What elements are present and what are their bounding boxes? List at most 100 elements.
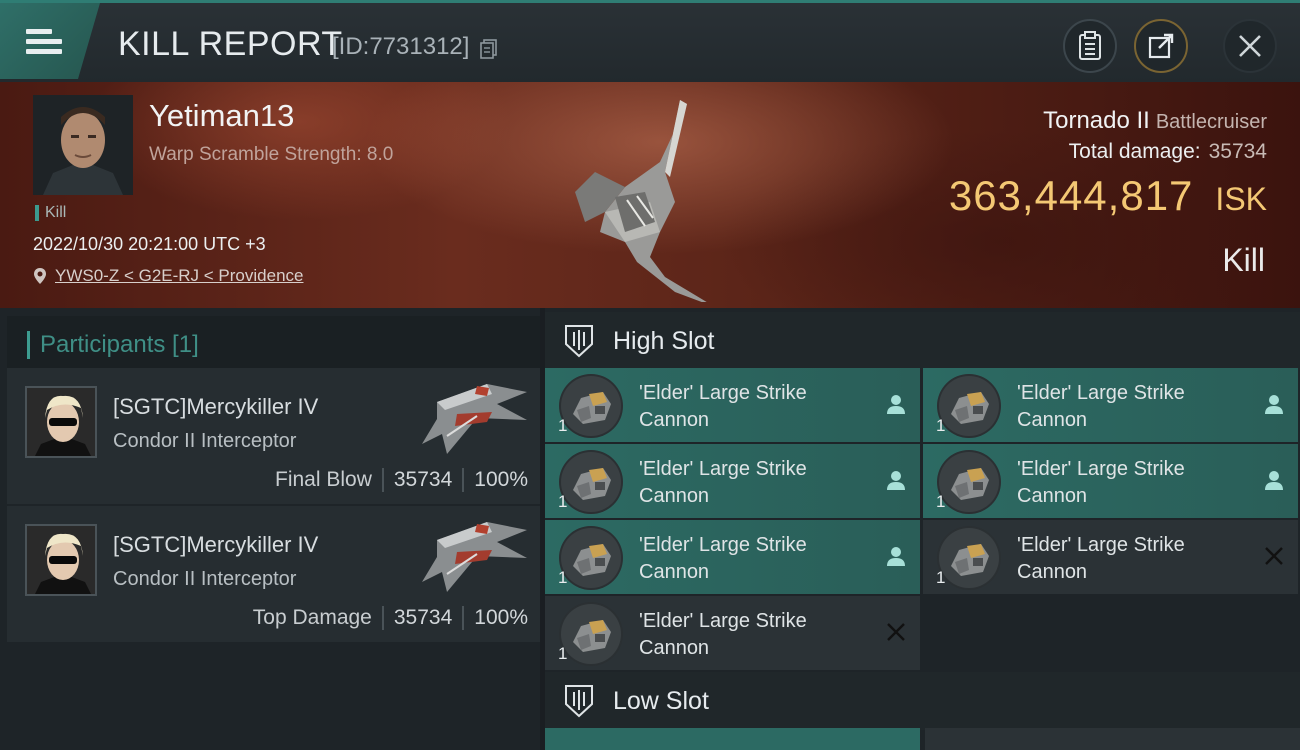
high-slot-module[interactable]: 1 'Elder' Large Strike Cannon	[545, 520, 920, 594]
participant-stats: Final Blow 35734 100%	[275, 468, 528, 492]
person-icon	[887, 395, 905, 414]
module-name: 'Elder' Large Strike Cannon	[639, 380, 879, 434]
person-icon	[887, 471, 905, 490]
high-slot-icon	[565, 325, 593, 358]
participant-ship: Condor II Interceptor	[113, 430, 297, 452]
module-name: 'Elder' Large Strike Cannon	[639, 608, 879, 662]
module-quantity: 1	[936, 492, 946, 511]
high-slot-module[interactable]: 1 'Elder' Large Strike Cannon	[923, 444, 1298, 518]
module-quantity: 1	[936, 416, 946, 435]
participant-name[interactable]: [SGTC]Mercykiller IV	[113, 394, 318, 420]
victim-avatar[interactable]	[33, 95, 133, 195]
participants-header: Participants [1]	[7, 316, 540, 374]
total-damage-label: Total damage:	[1068, 140, 1201, 163]
module-name: 'Elder' Large Strike Cannon	[639, 532, 879, 586]
low-slot-title: Low Slot	[613, 686, 709, 715]
menu-button[interactable]	[0, 3, 100, 79]
victim-ship[interactable]: Tornado II Battlecruiser	[1043, 107, 1267, 135]
module-icon	[937, 450, 1001, 514]
participant-row[interactable]: [SGTC]Mercykiller IV Condor II Intercept…	[7, 506, 540, 642]
low-slot-module-partial[interactable]	[545, 728, 920, 750]
module-quantity: 1	[558, 492, 568, 511]
module-quantity: 1	[558, 568, 568, 587]
module-name-line: 'Elder' Large Strike	[1017, 534, 1185, 556]
participant-percent: 100%	[474, 606, 528, 629]
module-name: 'Elder' Large Strike Cannon	[639, 456, 879, 510]
page-title: KILL REPORT	[118, 25, 343, 63]
participant-damage: 35734	[393, 606, 453, 629]
isk-value: 363,444,817	[948, 172, 1194, 219]
module-name-line: 'Elder' Large Strike	[639, 382, 807, 404]
participant-role: Top Damage	[252, 606, 372, 629]
participant-percent: 100%	[474, 468, 528, 491]
module-name: 'Elder' Large Strike Cannon	[1017, 456, 1257, 510]
high-slot-module[interactable]: 1 'Elder' Large Strike Cannon	[923, 520, 1298, 594]
share-icon	[1148, 33, 1174, 59]
module-name-line: Cannon	[639, 409, 710, 431]
module-icon	[559, 374, 623, 438]
module-name-line: Cannon	[1017, 561, 1088, 583]
participants-panel: Participants [1] [SGTC]Mercykiller IV Co…	[0, 308, 540, 750]
module-icon	[559, 450, 623, 514]
hamburger-icon	[26, 24, 62, 59]
module-icon	[937, 374, 1001, 438]
victim-ship-class: Battlecruiser	[1155, 111, 1267, 133]
participant-ship-image	[422, 522, 527, 592]
module-name-line: Cannon	[639, 485, 710, 507]
kill-datetime: 2022/10/30 20:21:00 UTC +3	[33, 234, 266, 254]
fitting-panel: High Slot 1 'Elder' Large Strike Cannon 1 'E…	[545, 308, 1300, 750]
high-slot-module[interactable]: 1 'Elder' Large Strike Cannon	[545, 444, 920, 518]
high-slot-module[interactable]: 1 'Elder' Large Strike Cannon	[545, 596, 920, 670]
kill-tag: Kill	[35, 205, 66, 221]
total-damage-value: 35734	[1208, 140, 1267, 163]
participant-role: Final Blow	[275, 468, 372, 491]
victim-banner: Yetiman13 Warp Scramble Strength: 8.0 Ki…	[0, 82, 1300, 308]
x-icon	[1265, 547, 1283, 565]
participant-avatar[interactable]	[25, 524, 97, 596]
module-quantity: 1	[558, 644, 568, 663]
module-quantity: 1	[936, 568, 946, 587]
participant-stats: Top Damage 35734 100%	[253, 606, 528, 630]
participant-row[interactable]: [SGTC]Mercykiller IV Condor II Intercept…	[7, 368, 540, 504]
module-name-line: Cannon	[1017, 409, 1088, 431]
participant-damage: 35734	[393, 468, 453, 491]
module-name: 'Elder' Large Strike Cannon	[1017, 532, 1257, 586]
warp-scramble-strength: Warp Scramble Strength: 8.0	[149, 144, 394, 165]
low-slot-icon	[565, 685, 593, 718]
isk-unit: ISK	[1215, 181, 1267, 217]
location-text[interactable]: YWS0-Z < G2E-RJ < Providence	[55, 266, 303, 286]
close-icon	[1239, 35, 1261, 57]
module-name: 'Elder' Large Strike Cannon	[1017, 380, 1257, 434]
high-slot-title: High Slot	[613, 326, 715, 355]
participant-ship-image	[422, 384, 527, 454]
module-name-line: 'Elder' Large Strike	[1017, 382, 1185, 404]
module-icon	[559, 526, 623, 590]
person-icon	[887, 547, 905, 566]
module-icon	[559, 602, 623, 666]
low-slot-module-partial[interactable]	[925, 728, 1300, 750]
high-slot-module[interactable]: 1 'Elder' Large Strike Cannon	[545, 368, 920, 442]
share-button[interactable]	[1134, 19, 1188, 73]
module-name-line: 'Elder' Large Strike	[639, 534, 807, 556]
kill-status: Kill	[1222, 242, 1265, 278]
copy-icon[interactable]	[480, 39, 498, 59]
high-slot-module[interactable]: 1 'Elder' Large Strike Cannon	[923, 368, 1298, 442]
location-pin-icon	[34, 268, 46, 284]
module-name-line: Cannon	[639, 561, 710, 583]
victim-ship-name: Tornado II	[1043, 107, 1150, 134]
person-icon	[1265, 471, 1283, 490]
module-name-line: 'Elder' Large Strike	[639, 458, 807, 480]
participant-name[interactable]: [SGTC]Mercykiller IV	[113, 532, 318, 558]
participant-avatar[interactable]	[25, 386, 97, 458]
victim-pilot-name[interactable]: Yetiman13	[149, 98, 294, 134]
location-link[interactable]: YWS0-Z < G2E-RJ < Providence	[33, 266, 303, 286]
module-name-line: Cannon	[639, 637, 710, 659]
person-icon	[1265, 395, 1283, 414]
victim-ship-image	[575, 100, 707, 302]
total-damage: Total damage: 35734	[1069, 140, 1267, 164]
module-name-line: Cannon	[1017, 485, 1088, 507]
close-button[interactable]	[1223, 19, 1277, 73]
module-name-line: 'Elder' Large Strike	[639, 610, 807, 632]
x-icon	[887, 623, 905, 641]
clipboard-button[interactable]	[1063, 19, 1117, 73]
